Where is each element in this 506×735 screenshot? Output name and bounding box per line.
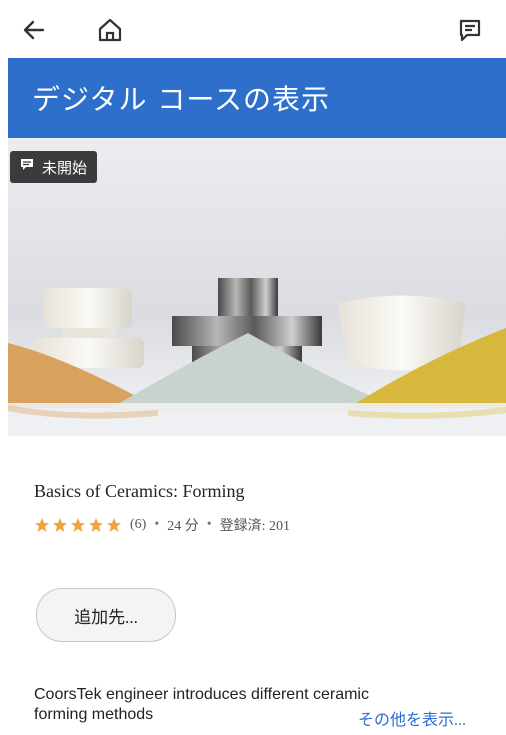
description-line-1: CoorsTek engineer introduces different c… bbox=[34, 686, 369, 703]
status-badge: 未開始 bbox=[10, 151, 98, 183]
back-arrow-icon[interactable] bbox=[16, 12, 52, 48]
notes-icon[interactable] bbox=[452, 12, 488, 48]
star-icon bbox=[71, 518, 85, 532]
top-bar bbox=[0, 0, 506, 58]
page-title: デジタル コースの表示 bbox=[32, 83, 330, 116]
home-icon[interactable] bbox=[92, 12, 128, 48]
add-to-button[interactable]: 追加先... bbox=[36, 588, 176, 642]
star-icon bbox=[35, 518, 49, 532]
header-banner: デジタル コースの表示 bbox=[8, 58, 506, 138]
course-duration: 24 分 bbox=[167, 519, 199, 534]
course-title: Basics of Ceramics: Forming bbox=[34, 481, 245, 501]
star-icon bbox=[107, 518, 121, 532]
separator-dot: • bbox=[206, 517, 212, 532]
show-more-link[interactable]: その他を表示... bbox=[358, 706, 466, 730]
enrolled-count: 登録済: 201 bbox=[219, 519, 291, 534]
rating-stars bbox=[34, 517, 122, 533]
comment-icon bbox=[20, 158, 34, 176]
course-meta: (6) • 24 分 • 登録済: 201 bbox=[34, 515, 290, 535]
rating-count: (6) bbox=[130, 517, 147, 532]
star-icon bbox=[53, 518, 67, 532]
star-icon bbox=[89, 518, 103, 532]
separator-dot: • bbox=[154, 517, 160, 532]
status-text: 未開始 bbox=[42, 158, 88, 177]
